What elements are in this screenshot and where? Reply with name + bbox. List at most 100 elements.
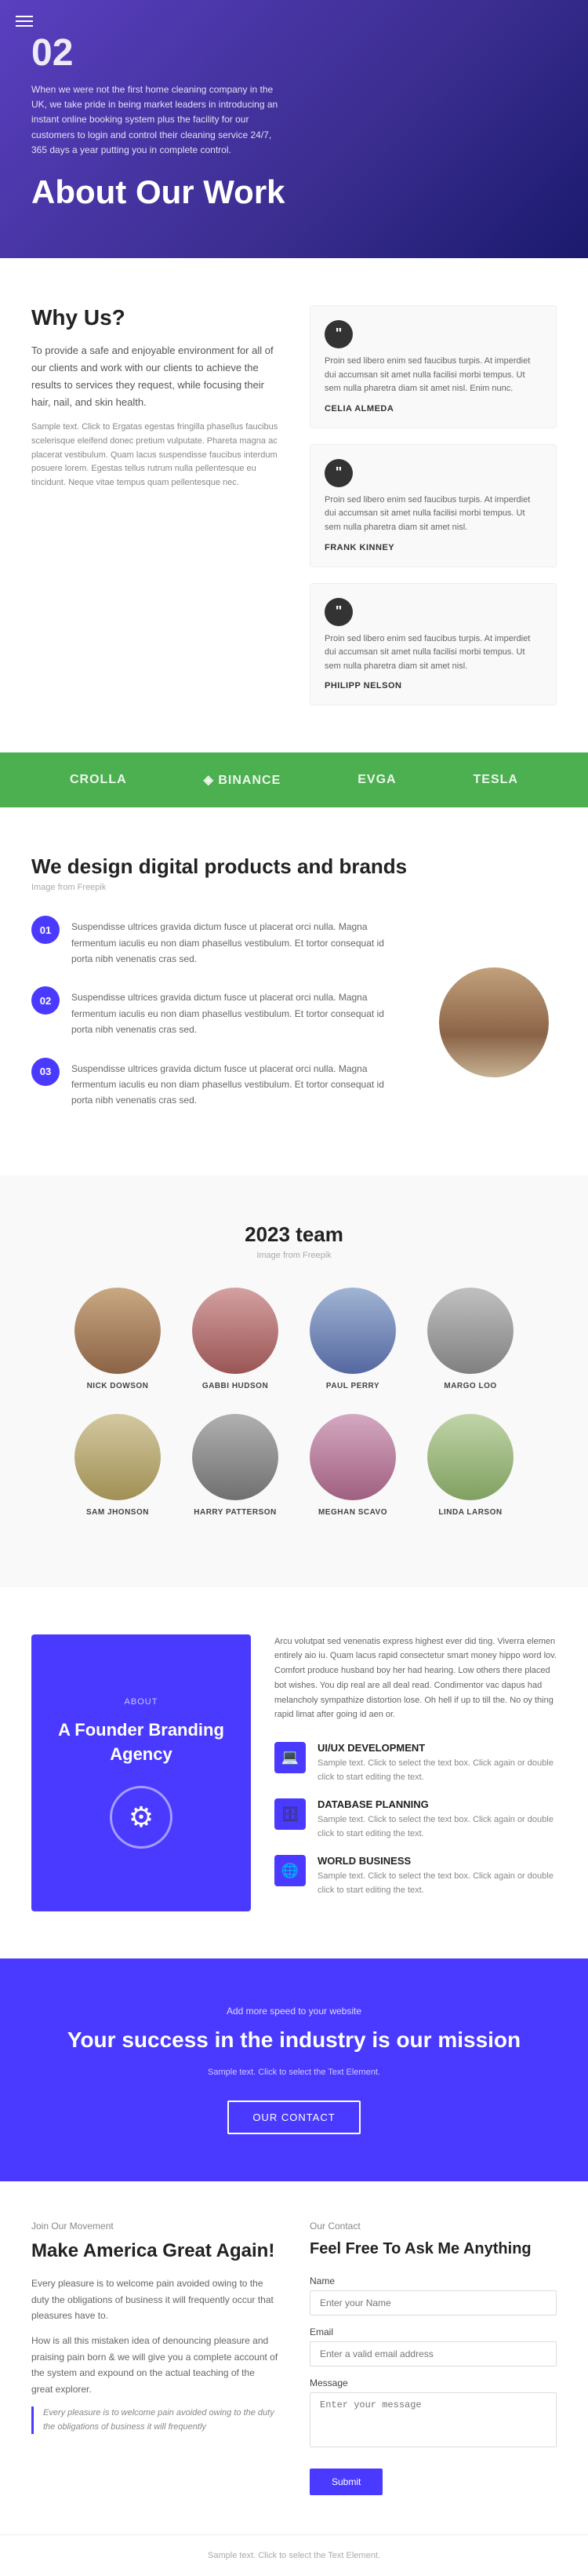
step-item-1: 01 Suspendisse ultrices gravida dictum f… <box>31 916 408 967</box>
team-member-3: PAUL PERRY <box>302 1288 404 1390</box>
team-member-6: HARRY PATTERSON <box>184 1414 286 1517</box>
contact-section: Join Our Movement Make America Great Aga… <box>0 2181 588 2534</box>
contact-quote: Every pleasure is to welcome pain avoide… <box>31 2407 278 2434</box>
brand-binance: ◈ BINANCE <box>204 772 281 788</box>
testimonial-card-2: " Proin sed libero enim sed faucibus tur… <box>310 444 557 567</box>
message-form-group: Message <box>310 2377 557 2451</box>
our-contact-button[interactable]: OUR CONTACT <box>227 2101 360 2134</box>
quote-icon-2: " <box>325 459 353 487</box>
testimonial-card-3: " Proin sed libero enim sed faucibus tur… <box>310 583 557 706</box>
team-name-7: MEGHAN SCAVO <box>318 1508 387 1517</box>
service-text-2: Sample text. Click to select the text bo… <box>318 1813 557 1841</box>
submit-button[interactable]: Submit <box>310 2469 383 2495</box>
name-form-group: Name <box>310 2275 557 2315</box>
team-member-2: GABBI HUDSON <box>184 1288 286 1390</box>
team-year: 2023 team <box>31 1222 557 1247</box>
step-number-3: 03 <box>31 1058 60 1086</box>
mission-title: Your success in the industry is our miss… <box>31 2024 557 2055</box>
join-label: Join Our Movement <box>31 2221 278 2232</box>
step-number-2: 02 <box>31 986 60 1015</box>
testimonial-text-2: Proin sed libero enim sed faucibus turpi… <box>325 494 542 535</box>
gear-icon: ⚙ <box>110 1786 172 1849</box>
mission-sample: Sample text. Click to select the Text El… <box>31 2068 557 2077</box>
step-item-3: 03 Suspendisse ultrices gravida dictum f… <box>31 1058 408 1109</box>
branding-description: Arcu volutpat sed venenatis express high… <box>274 1634 557 1722</box>
email-form-group: Email <box>310 2326 557 2366</box>
testimonial-text-1: Proin sed libero enim sed faucibus turpi… <box>325 355 542 396</box>
digital-section: We design digital products and brands Im… <box>0 807 588 1175</box>
team-avatar-4 <box>427 1288 514 1374</box>
team-avatar-8 <box>427 1414 514 1500</box>
step-text-1: Suspendisse ultrices gravida dictum fusc… <box>71 916 408 967</box>
team-grid: NICK DOWSON GABBI HUDSON PAUL PERRY MARG… <box>31 1288 557 1390</box>
testimonial-card-1: " Proin sed libero enim sed faucibus tur… <box>310 305 557 428</box>
team-name-8: LINDA LARSON <box>438 1508 502 1517</box>
service-title-1: UI/UX DEVELOPMENT <box>318 1742 557 1754</box>
step-text-3: Suspendisse ultrices gravida dictum fusc… <box>71 1058 408 1109</box>
database-icon: 🗄 <box>274 1798 306 1830</box>
service-title-2: DATABASE PLANNING <box>318 1798 557 1810</box>
branding-section: ABOUT A Founder Branding Agency ⚙ Arcu v… <box>0 1587 588 1959</box>
step-text-2: Suspendisse ultrices gravida dictum fusc… <box>71 986 408 1037</box>
team-member-7: MEGHAN SCAVO <box>302 1414 404 1517</box>
mission-label: Add more speed to your website <box>31 2006 557 2017</box>
why-us-description: To provide a safe and enjoyable environm… <box>31 342 278 411</box>
hero-section: 02 When we were not the first home clean… <box>0 0 588 258</box>
testimonial-name-2: FRANK KINNEY <box>325 543 542 552</box>
service-text-3: Sample text. Click to select the text bo… <box>318 1870 557 1897</box>
team-name-4: MARGO LOO <box>444 1382 496 1390</box>
hero-number: 02 <box>31 31 557 75</box>
team-name-3: PAUL PERRY <box>326 1382 379 1390</box>
service-item-1: 💻 UI/UX DEVELOPMENT Sample text. Click t… <box>274 1742 557 1784</box>
email-label: Email <box>310 2326 557 2337</box>
service-item-3: 🌐 WORLD BUSINESS Sample text. Click to s… <box>274 1855 557 1897</box>
brands-section: CROLLA ◈ BINANCE EVGA TESLA <box>0 752 588 807</box>
team-name-6: HARRY PATTERSON <box>194 1508 276 1517</box>
team-name-2: GABBI HUDSON <box>202 1382 268 1390</box>
team-name-5: SAM JHONSON <box>86 1508 149 1517</box>
name-input[interactable] <box>310 2290 557 2315</box>
team-avatar-7 <box>310 1414 396 1500</box>
digital-steps: 01 Suspendisse ultrices gravida dictum f… <box>31 916 408 1128</box>
message-label: Message <box>310 2377 557 2388</box>
service-item-2: 🗄 DATABASE PLANNING Sample text. Click t… <box>274 1798 557 1841</box>
branding-left: ABOUT A Founder Branding Agency ⚙ <box>31 1634 251 1912</box>
testimonial-name-1: CELIA ALMEDA <box>325 404 542 414</box>
person-circle <box>439 967 549 1077</box>
team-member-8: LINDA LARSON <box>419 1414 521 1517</box>
hamburger-menu[interactable] <box>16 16 33 27</box>
why-us-left: Why Us? To provide a safe and enjoyable … <box>31 305 278 705</box>
contact-left: Join Our Movement Make America Great Aga… <box>31 2221 278 2495</box>
team-name-1: NICK DOWSON <box>87 1382 149 1390</box>
about-label: ABOUT <box>125 1697 158 1707</box>
footer-note: Sample text. Click to select the Text El… <box>0 2534 588 2576</box>
team-member-5: SAM JHONSON <box>67 1414 169 1517</box>
digital-image-credit: Image from Freepik <box>31 883 557 892</box>
contact-right-title: Feel Free To Ask Me Anything <box>310 2238 557 2260</box>
step-item-2: 02 Suspendisse ultrices gravida dictum f… <box>31 986 408 1037</box>
team-image-credit: Image from Freepik <box>31 1251 557 1260</box>
email-input[interactable] <box>310 2341 557 2366</box>
branding-right: Arcu volutpat sed venenatis express high… <box>274 1634 557 1912</box>
why-us-sample: Sample text. Click to Ergatas egestas fr… <box>31 421 278 490</box>
contact-left-title: Make America Great Again! <box>31 2238 278 2264</box>
hero-title: About Our Work <box>31 173 557 211</box>
quote-icon-1: " <box>325 320 353 348</box>
testimonial-text-3: Proin sed libero enim sed faucibus turpi… <box>325 632 542 674</box>
step-number-1: 01 <box>31 916 60 944</box>
contact-right: Our Contact Feel Free To Ask Me Anything… <box>310 2221 557 2495</box>
footer-text: Sample text. Click to select the Text El… <box>208 2551 380 2560</box>
team-avatar-6 <box>192 1414 278 1500</box>
digital-image <box>431 916 557 1128</box>
branding-agency-title: A Founder Branding Agency <box>55 1718 227 1767</box>
message-input[interactable] <box>310 2392 557 2447</box>
brand-tesla: TESLA <box>474 773 518 787</box>
team-member-4: MARGO LOO <box>419 1288 521 1390</box>
why-us-section: Why Us? To provide a safe and enjoyable … <box>0 258 588 752</box>
team-avatar-1 <box>74 1288 161 1374</box>
team-member-1: NICK DOWSON <box>67 1288 169 1390</box>
why-us-title: Why Us? <box>31 305 278 330</box>
uiux-icon: 💻 <box>274 1742 306 1773</box>
name-label: Name <box>310 2275 557 2286</box>
our-contact-label: Our Contact <box>310 2221 557 2232</box>
